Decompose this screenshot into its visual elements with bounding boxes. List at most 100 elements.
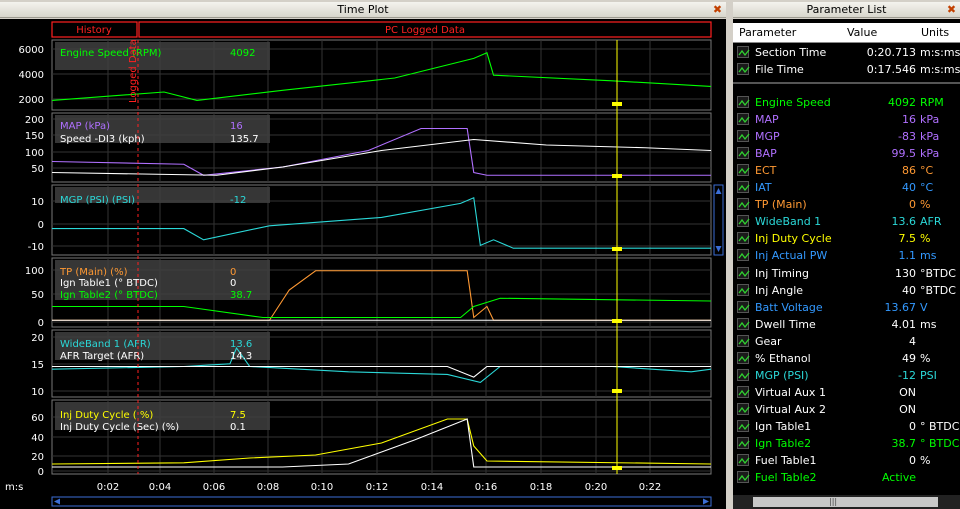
close-icon[interactable]: ✖ xyxy=(946,4,957,15)
trace-value: 38.7 xyxy=(230,290,252,301)
trace-toggle-icon[interactable] xyxy=(737,181,750,194)
parameter-row[interactable]: Dwell Time 4.01 ms xyxy=(733,316,960,333)
y-tick-label: 60 xyxy=(31,413,44,424)
trace-toggle-icon[interactable] xyxy=(737,334,750,347)
parameter-row[interactable]: Inj Timing 130 °BTDC xyxy=(733,265,960,282)
parameter-row[interactable]: Inj Actual PW 1.1 ms xyxy=(733,247,960,264)
parameter-row[interactable]: Inj Duty Cycle 7.5 % xyxy=(733,230,960,247)
parameter-name: Inj Actual PW xyxy=(755,249,828,263)
parameter-unit: RPM xyxy=(920,96,944,109)
parameter-row[interactable]: IAT 40 °C xyxy=(733,179,960,196)
parameter-row[interactable]: Fuel Table2 Active xyxy=(733,469,960,486)
trace-toggle-icon[interactable] xyxy=(737,402,750,415)
parameter-row[interactable]: MGP (PSI) -12 PSI xyxy=(733,367,960,384)
trace-label: MAP (kPa) xyxy=(60,121,110,132)
trace-toggle-icon[interactable] xyxy=(737,232,750,245)
parameter-row[interactable]: File Time 0:17.546 m:s:ms xyxy=(733,61,960,78)
y-tick-label: 20 xyxy=(31,452,44,463)
trace-toggle-icon[interactable] xyxy=(737,283,750,296)
parameter-row[interactable]: TP (Main) 0 % xyxy=(733,196,960,213)
parameter-name: TP (Main) xyxy=(755,198,807,212)
header-units[interactable]: Units xyxy=(921,26,949,39)
time-unit-label: m:s xyxy=(5,482,23,493)
parameter-unit: AFR xyxy=(920,215,942,229)
y-tick-label: 6000 xyxy=(19,45,44,56)
parameter-name: WideBand 1 xyxy=(755,215,822,229)
parameter-row[interactable]: ECT 86 °C xyxy=(733,162,960,179)
parameter-value: 40 xyxy=(902,283,916,297)
parameter-row[interactable]: Engine Speed 4092 RPM xyxy=(733,94,960,111)
trace-value: 14.3 xyxy=(230,351,252,362)
parameter-unit: V xyxy=(920,300,928,314)
time-tick-label: 0:14 xyxy=(421,482,443,493)
parameter-value: 49 xyxy=(902,351,916,365)
parameter-row[interactable]: % Ethanol 49 % xyxy=(733,350,960,367)
parameter-value: 0 xyxy=(909,198,916,212)
trace-label: Speed -DI3 (kph) xyxy=(60,134,145,145)
trace-toggle-icon[interactable] xyxy=(737,454,750,467)
trace-toggle-icon[interactable] xyxy=(737,46,750,58)
trace-label: Ign Table2 (° BTDC) xyxy=(60,290,158,301)
header-value[interactable]: Value xyxy=(847,26,877,39)
parameter-unit: % xyxy=(920,454,931,468)
scrollbar-thumb[interactable] xyxy=(753,497,938,507)
trace-toggle-icon[interactable] xyxy=(737,249,750,262)
parameter-row[interactable]: Gear 4 xyxy=(733,333,960,350)
trace-toggle-icon[interactable] xyxy=(737,266,750,279)
time-tick-label: 0:02 xyxy=(97,482,119,493)
trace-label: MGP (PSI) (PSI) xyxy=(60,195,135,206)
time-plot-canvas[interactable]: History PC Logged Data600040002000Engine … xyxy=(0,19,726,509)
parameter-row[interactable]: Virtual Aux 2 ON xyxy=(733,401,960,418)
parameter-row[interactable]: WideBand 1 13.6 AFR xyxy=(733,213,960,230)
parameter-row[interactable]: Fuel Table1 0 % xyxy=(733,452,960,469)
trace-label: Engine Speed (RPM) xyxy=(60,48,161,59)
parameter-list-title-bar: Parameter List ✖ xyxy=(733,2,960,18)
grip-icon: ||| xyxy=(829,497,838,506)
parameter-row[interactable]: Ign Table1 0 ° BTDC xyxy=(733,418,960,435)
parameter-name: Inj Angle xyxy=(755,283,804,297)
trace-toggle-icon[interactable] xyxy=(737,113,750,126)
time-tick-label: 0:20 xyxy=(585,482,607,493)
parameter-unit: ms xyxy=(920,249,937,263)
y-tick-label: 0 xyxy=(38,220,44,231)
trace-toggle-icon[interactable] xyxy=(737,437,750,449)
trace-toggle-icon[interactable] xyxy=(737,164,750,177)
parameter-row[interactable]: MGP -83 kPa xyxy=(733,128,960,145)
trace-toggle-icon[interactable] xyxy=(737,215,750,228)
parameter-value: 130 xyxy=(895,266,916,280)
parameter-unit: °C xyxy=(920,164,934,178)
trace-toggle-icon[interactable] xyxy=(737,63,750,75)
vertical-scrollbar[interactable] xyxy=(713,184,724,256)
trace-toggle-icon[interactable] xyxy=(737,368,750,381)
parameter-row[interactable]: Batt Voltage 13.67 V xyxy=(733,299,960,316)
parameter-name: MGP (PSI) xyxy=(755,368,809,382)
trace-toggle-icon[interactable] xyxy=(737,385,750,398)
parameter-row[interactable]: Ign Table2 38.7 ° BTDC xyxy=(733,435,960,452)
trace-toggle-icon[interactable] xyxy=(737,147,750,160)
close-icon[interactable]: ✖ xyxy=(712,4,723,15)
trace-toggle-icon[interactable] xyxy=(737,419,750,432)
parameter-row[interactable]: Section Time 0:20.713 m:s:ms xyxy=(733,44,960,61)
trace-toggle-icon[interactable] xyxy=(737,198,750,211)
trace-toggle-icon[interactable] xyxy=(737,351,750,364)
parameter-value: Active xyxy=(881,471,916,485)
time-plot-area[interactable]: History PC Logged Data 6000 4000 2000 Engine … xyxy=(0,19,726,509)
trace-toggle-icon[interactable] xyxy=(737,317,750,330)
parameter-value: 4.01 xyxy=(891,317,917,331)
horizontal-scrollbar[interactable]: ||| xyxy=(733,495,960,509)
parameter-row[interactable]: MAP 16 kPa xyxy=(733,111,960,128)
parameter-row[interactable]: Virtual Aux 1 ON xyxy=(733,384,960,401)
time-tick-label: 0:18 xyxy=(530,482,552,493)
trace-toggle-icon[interactable] xyxy=(737,471,750,484)
parameter-row[interactable]: Inj Angle 40 °BTDC xyxy=(733,282,960,299)
parameter-value: 4092 xyxy=(888,96,916,109)
trace-label: AFR Target (AFR) xyxy=(60,351,144,362)
header-parameter[interactable]: Parameter xyxy=(739,26,796,39)
time-scrollbar[interactable] xyxy=(51,496,712,507)
trace-toggle-icon[interactable] xyxy=(737,130,750,143)
parameter-row[interactable]: BAP 99.5 kPa xyxy=(733,145,960,162)
trace-toggle-icon[interactable] xyxy=(737,300,750,313)
trace-toggle-icon[interactable] xyxy=(737,96,750,108)
y-tick-label: -10 xyxy=(28,242,44,253)
parameter-value: 13.67 xyxy=(884,300,917,314)
